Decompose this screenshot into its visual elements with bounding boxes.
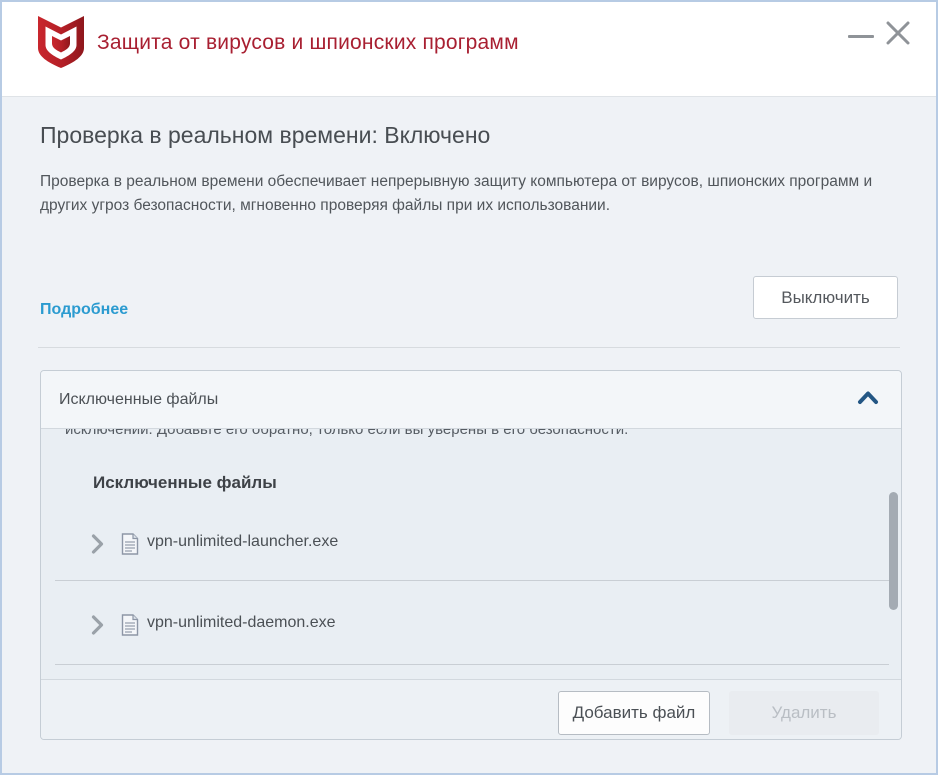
scrollbar-thumb[interactable] [889,492,898,610]
content-area: Проверка в реальном времени: Включено Пр… [2,98,936,773]
excluded-files-list-heading: Исключенные файлы [93,473,277,493]
clipped-description-text: исключений. Добавьте его обратно, только… [65,429,885,440]
close-icon [882,17,914,49]
file-name: vpn-unlimited-daemon.exe [147,614,336,632]
accordion-header-label: Исключенные файлы [59,371,218,429]
chevron-right-icon[interactable] [91,534,104,554]
page-description: Проверка в реальном времени обеспечивает… [40,170,902,218]
excluded-files-panel: Исключенные файлы исключений. Добавьте е… [40,370,902,740]
add-file-button[interactable]: Добавить файл [558,691,710,735]
delete-button[interactable]: Удалить [729,691,879,735]
details-link[interactable]: Подробнее [40,301,128,319]
file-name: vpn-unlimited-launcher.exe [147,533,338,551]
turn-off-button[interactable]: Выключить [753,276,898,319]
section-divider [38,347,900,348]
accordion-header[interactable]: Исключенные файлы [41,371,901,429]
mcafee-shield-icon [36,15,86,69]
titlebar: Защита от вирусов и шпионских программ [2,2,936,97]
close-button[interactable] [882,17,914,49]
chevron-right-icon[interactable] [91,615,104,635]
page-title: Проверка в реальном времени: Включено [40,122,490,149]
minimize-button[interactable] [846,20,876,50]
excluded-files-scroll-area: исключений. Добавьте его обратно, только… [41,429,901,679]
row-divider [55,580,889,581]
accordion-footer: Добавить файл Удалить [41,679,901,740]
window-title: Защита от вирусов и шпионских программ [97,31,519,55]
document-icon [121,533,139,555]
file-row-daemon[interactable]: vpn-unlimited-daemon.exe [41,605,901,645]
document-icon [121,614,139,636]
file-row-launcher[interactable]: vpn-unlimited-launcher.exe [41,524,901,564]
mcafee-window: Защита от вирусов и шпионских программ П… [0,0,938,775]
chevron-up-icon[interactable] [857,390,879,405]
row-divider [55,664,889,665]
minimize-icon [848,35,874,38]
